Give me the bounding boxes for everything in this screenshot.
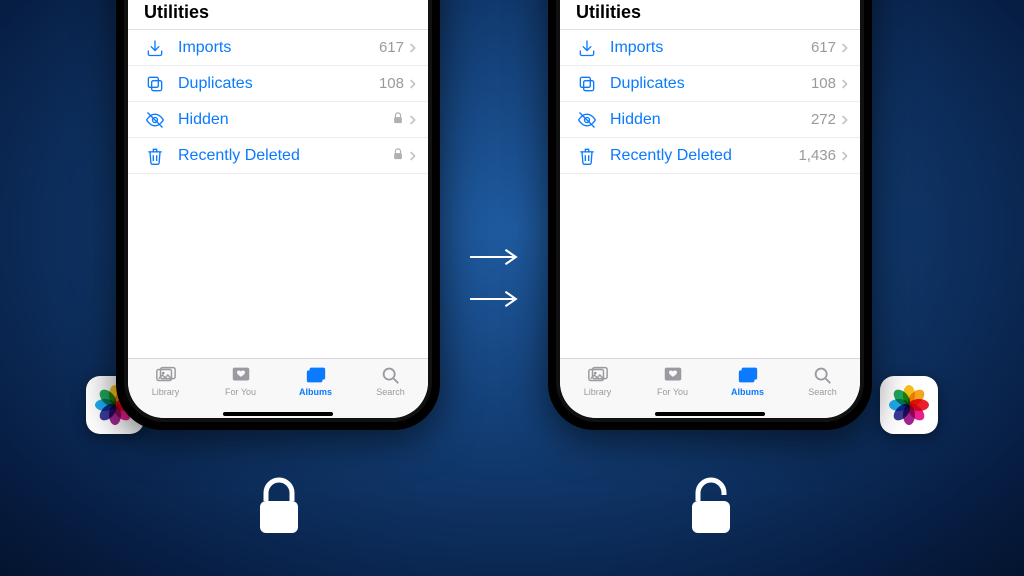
tab-label: Search xyxy=(808,387,837,397)
row-label: Imports xyxy=(178,39,379,57)
locked-icon xyxy=(252,474,306,540)
tab-library[interactable]: Library xyxy=(568,365,628,397)
albums-list: Screenshots381Screen Recordings10Animate… xyxy=(560,0,860,358)
tab-label: For You xyxy=(225,387,256,397)
foryou-icon xyxy=(230,365,252,385)
row-label: Duplicates xyxy=(178,75,379,93)
duplicates-icon xyxy=(144,73,166,95)
album-row-imports[interactable]: Imports617 xyxy=(128,30,428,66)
album-row-recently-deleted[interactable]: Recently Deleted1,436 xyxy=(560,138,860,174)
row-count: 1,436 xyxy=(798,147,836,164)
section-header-utilities: Utilities xyxy=(560,0,860,30)
home-indicator[interactable] xyxy=(655,412,765,416)
home-indicator[interactable] xyxy=(223,412,333,416)
arrow-right-icon xyxy=(468,288,520,310)
row-count: 108 xyxy=(811,75,836,92)
row-label: Recently Deleted xyxy=(610,147,798,165)
tab-bar: Library For You Albums Search xyxy=(560,358,860,418)
chevron-right-icon xyxy=(406,42,420,54)
tab-search[interactable]: Search xyxy=(361,365,421,397)
imports-icon xyxy=(576,37,598,59)
hidden-icon xyxy=(144,109,166,131)
album-row-recently-deleted[interactable]: Recently Deleted xyxy=(128,138,428,174)
tab-albums[interactable]: Albums xyxy=(286,365,346,397)
tab-label: For You xyxy=(657,387,688,397)
row-label: Recently Deleted xyxy=(178,147,386,165)
tab-bar: Library For You Albums Search xyxy=(128,358,428,418)
section-header-utilities: Utilities xyxy=(128,0,428,30)
library-icon xyxy=(155,365,177,385)
trash-icon xyxy=(144,145,166,167)
tab-albums[interactable]: Albums xyxy=(718,365,778,397)
iphone-frame-locked: Screenshots382Screen Recordings10Animate… xyxy=(116,0,440,430)
row-count: 617 xyxy=(379,39,404,56)
tab-label: Library xyxy=(152,387,180,397)
tab-library[interactable]: Library xyxy=(136,365,196,397)
albums-icon xyxy=(305,365,327,385)
photos-albums-screen: Screenshots381Screen Recordings10Animate… xyxy=(560,0,860,418)
duplicates-icon xyxy=(576,73,598,95)
row-label: Imports xyxy=(610,39,811,57)
albums-list: Screenshots382Screen Recordings10Animate… xyxy=(128,0,428,358)
imports-icon xyxy=(144,37,166,59)
unlocked-icon xyxy=(684,474,738,540)
lock-icon xyxy=(392,111,404,128)
iphone-frame-unlocked: Screenshots381Screen Recordings10Animate… xyxy=(548,0,872,430)
row-count: 617 xyxy=(811,39,836,56)
row-count: 108 xyxy=(379,75,404,92)
chevron-right-icon xyxy=(406,78,420,90)
photos-flower-icon xyxy=(892,388,926,422)
photos-app-icon xyxy=(880,376,938,434)
lock-icon xyxy=(392,147,404,164)
chevron-right-icon xyxy=(838,150,852,162)
row-label: Duplicates xyxy=(610,75,811,93)
chevron-right-icon xyxy=(838,78,852,90)
row-label: Hidden xyxy=(178,111,386,129)
album-row-duplicates[interactable]: Duplicates108 xyxy=(560,66,860,102)
photos-albums-screen: Screenshots382Screen Recordings10Animate… xyxy=(128,0,428,418)
row-count: 272 xyxy=(811,111,836,128)
trash-icon xyxy=(576,145,598,167)
chevron-right-icon xyxy=(838,42,852,54)
albums-icon xyxy=(737,365,759,385)
search-icon xyxy=(380,365,402,385)
tab-label: Search xyxy=(376,387,405,397)
tab-for-you[interactable]: For You xyxy=(211,365,271,397)
chevron-right-icon xyxy=(406,114,420,126)
tab-for-you[interactable]: For You xyxy=(643,365,703,397)
chevron-right-icon xyxy=(838,114,852,126)
tab-label: Albums xyxy=(731,387,764,397)
album-row-hidden[interactable]: Hidden272 xyxy=(560,102,860,138)
album-row-duplicates[interactable]: Duplicates108 xyxy=(128,66,428,102)
row-count xyxy=(386,111,404,128)
tab-label: Albums xyxy=(299,387,332,397)
tab-label: Library xyxy=(584,387,612,397)
tab-search[interactable]: Search xyxy=(793,365,853,397)
foryou-icon xyxy=(662,365,684,385)
row-label: Hidden xyxy=(610,111,811,129)
arrow-right-icon xyxy=(468,246,520,268)
search-icon xyxy=(812,365,834,385)
library-icon xyxy=(587,365,609,385)
row-count xyxy=(386,147,404,164)
chevron-right-icon xyxy=(406,150,420,162)
album-row-imports[interactable]: Imports617 xyxy=(560,30,860,66)
hidden-icon xyxy=(576,109,598,131)
album-row-hidden[interactable]: Hidden xyxy=(128,102,428,138)
